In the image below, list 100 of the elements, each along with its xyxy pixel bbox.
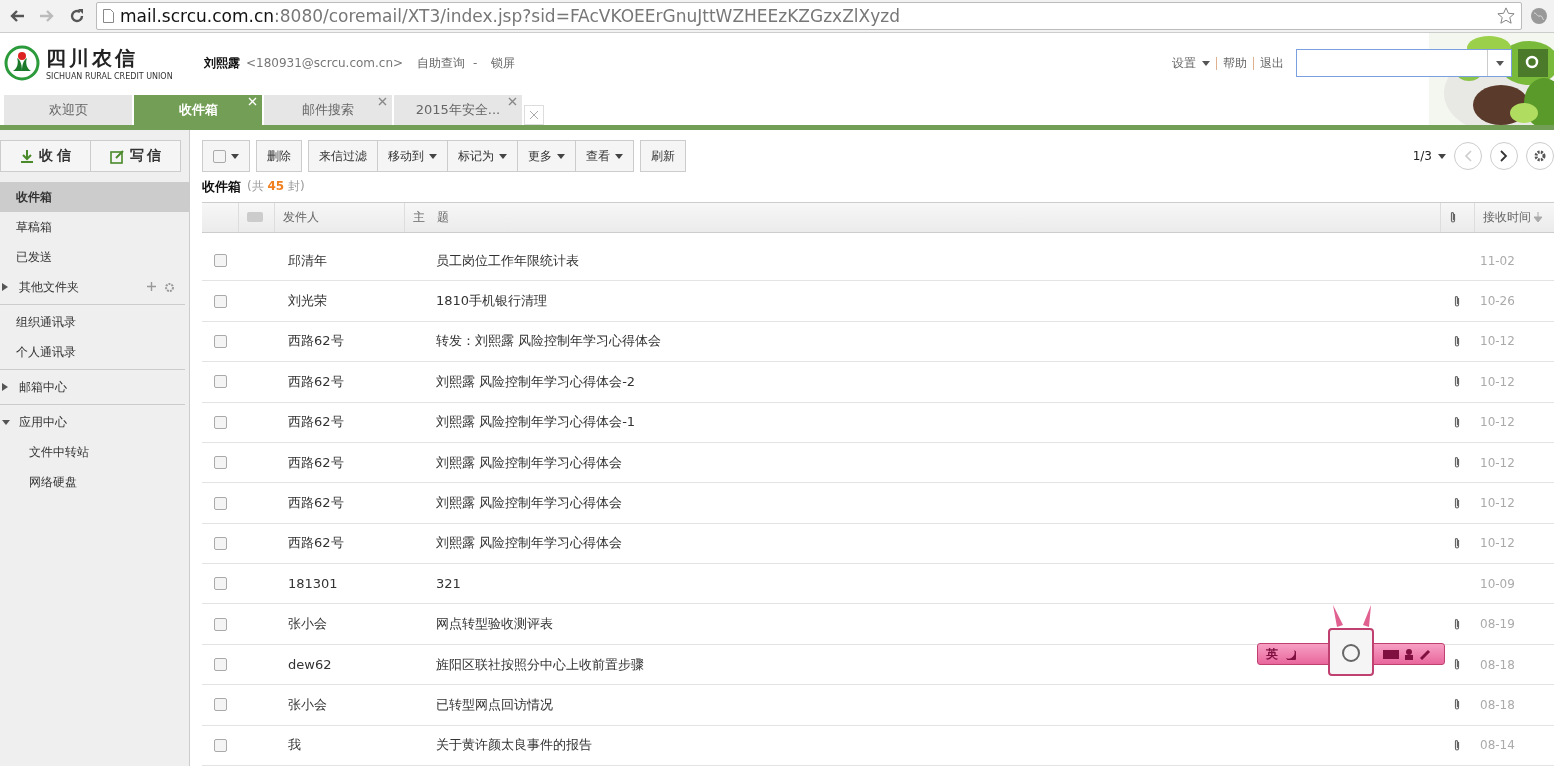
toolbar-button[interactable]: 来信过滤 — [309, 141, 377, 171]
header-link[interactable]: 退出 — [1260, 54, 1284, 72]
toolbar-button[interactable]: 删除 — [257, 141, 301, 171]
next-page-button[interactable] — [1490, 142, 1518, 170]
toolbar-button[interactable]: 更多 — [517, 141, 575, 171]
checkbox[interactable] — [213, 456, 227, 470]
user-name: 刘熙露 — [204, 54, 240, 72]
subject-cell[interactable]: 转发：刘熙露 风险控制年学习心得体会 — [404, 332, 662, 351]
subject-cell[interactable]: 刘熙露 风险控制年学习心得体会 — [404, 494, 623, 512]
toolbar-button[interactable]: 查看 — [575, 141, 633, 171]
sidebar-item[interactable]: 个人通讯录 — [0, 337, 185, 367]
settings-button[interactable] — [1526, 142, 1554, 170]
subject-cell[interactable]: 刘熙露 风险控制年学习心得体会-2 — [404, 372, 636, 391]
checkbox[interactable] — [213, 617, 227, 631]
header-link[interactable]: 设置 — [1172, 54, 1196, 72]
close-all-icon[interactable] — [524, 105, 544, 125]
previous-page-button[interactable] — [1454, 142, 1482, 170]
subject-cell[interactable]: 1810手机银行清理 — [404, 292, 548, 311]
subject-cell[interactable]: 刘熙露 风险控制年学习心得体会 — [404, 453, 623, 472]
sender-cell-text: 西路62号 — [287, 372, 344, 391]
globe-icon[interactable] — [1530, 7, 1548, 25]
close-icon[interactable] — [378, 97, 387, 106]
toolbar-button[interactable]: 标记为 — [447, 141, 517, 171]
toolbar-button[interactable]: 刷新 — [641, 141, 685, 171]
subject-cell[interactable]: 员工岗位工作年限统计表 — [404, 251, 579, 270]
page-selector[interactable]: 1/3 — [1412, 149, 1446, 163]
checkbox[interactable] — [213, 536, 227, 550]
header-link[interactable]: 锁屏 — [491, 54, 516, 72]
sidebar-item[interactable]: 组织通讯录 — [0, 307, 185, 337]
toolbar-button[interactable]: 移动到 — [377, 141, 447, 171]
sidebar-item[interactable]: 草稿箱 — [0, 212, 185, 242]
sidebar-item[interactable]: 其他文件夹 — [0, 272, 185, 302]
expand-icon[interactable] — [2, 283, 8, 291]
reload-icon — [69, 8, 85, 24]
sender-cell-text: 邱清年 — [287, 251, 327, 270]
subject-cell[interactable]: 刘熙露 风险控制年学习心得体会-1 — [404, 413, 636, 432]
caret-icon — [1202, 60, 1210, 66]
time-cell-text: 10-12 — [1479, 496, 1515, 510]
sender-cell-text: 张小会 — [287, 615, 327, 634]
subject-cell[interactable]: 关于黄许颜太良事件的报告 — [404, 736, 592, 755]
forward-arrow-icon — [39, 9, 55, 23]
compose-button[interactable]: 写 信 — [90, 141, 180, 171]
sidebar-item[interactable]: 邮箱中心 — [0, 372, 185, 402]
sender-cell-text: 西路62号 — [287, 453, 344, 472]
logo-icon — [4, 45, 40, 81]
paperclip-icon — [1453, 415, 1461, 429]
column-header[interactable]: 主 题 — [413, 208, 449, 226]
rabbit-emoji-drawing[interactable] — [1327, 603, 1375, 677]
tab[interactable]: 邮件搜索 — [264, 95, 392, 125]
sender-cell-text: 我 — [287, 736, 301, 755]
subject-cell[interactable]: 321 — [404, 576, 461, 592]
time-cell-text: 10-12 — [1479, 455, 1515, 470]
checkbox[interactable] — [213, 577, 227, 591]
header-link[interactable]: 帮助 — [1223, 54, 1247, 72]
header-link[interactable]: 自助查询 — [417, 54, 466, 72]
address-bar[interactable]: mail.scrcu.com.cn:8080/coremail/XT3/index.jsp?sid=FAcVKOEErGnuJttWZHEEzKZGzxZlXyzd — [96, 2, 1522, 30]
paperclip-icon — [1453, 738, 1461, 752]
column-header[interactable]: 发件人 — [283, 208, 319, 226]
paperclip-icon — [1453, 456, 1461, 470]
sidebar-item[interactable]: 已发送 — [0, 242, 185, 272]
checkbox[interactable] — [213, 415, 227, 429]
tab[interactable]: 欢迎页 — [4, 95, 132, 125]
time-cell-text: 10-12 — [1479, 415, 1515, 430]
time-cell-text: 10-12 — [1479, 374, 1515, 389]
sidebar-item[interactable]: 文件中转站 — [0, 437, 185, 467]
checkbox[interactable] — [213, 375, 227, 389]
settings-icon[interactable] — [164, 281, 175, 293]
checkbox[interactable] — [213, 254, 227, 268]
checkbox[interactable] — [213, 738, 227, 752]
edit-icon — [109, 148, 125, 164]
close-icon[interactable] — [508, 97, 517, 106]
search-field[interactable] — [1296, 49, 1512, 77]
checkbox[interactable] — [213, 496, 227, 510]
chevron-left-icon — [1464, 150, 1472, 162]
envelope-icon — [247, 212, 263, 223]
column-header[interactable]: 接收时间 — [1483, 208, 1531, 226]
separator-text: - — [473, 56, 478, 70]
select-all-dropdown[interactable] — [203, 141, 249, 171]
subject-cell[interactable]: 刘熙露 风险控制年学习心得体会 — [404, 534, 623, 553]
add-icon[interactable] — [147, 281, 156, 291]
sidebar-item[interactable]: 收件箱 — [0, 182, 189, 212]
subject-cell[interactable]: 网点转型验收测评表 — [404, 615, 553, 634]
paperclip-icon — [1453, 375, 1461, 389]
checkbox[interactable] — [213, 698, 227, 712]
checkbox[interactable] — [213, 658, 227, 672]
receive-button[interactable]: 收 信 — [1, 141, 90, 171]
page-icon — [103, 9, 114, 23]
sidebar-item[interactable]: 应用中心 — [0, 407, 185, 437]
checkbox[interactable] — [213, 294, 227, 308]
tab[interactable]: 2015年安全... — [394, 95, 522, 125]
expand-icon[interactable] — [2, 383, 8, 391]
search-button[interactable] — [1518, 49, 1548, 77]
sidebar-item[interactable]: 网络硬盘 — [0, 467, 185, 497]
sort-arrow-icon — [1534, 212, 1542, 223]
paperclip-icon — [1453, 698, 1461, 712]
checkbox[interactable] — [213, 334, 227, 348]
download-icon — [20, 149, 35, 163]
subject-cell[interactable]: 旌阳区联社按照分中心上收前置步骤 — [404, 655, 644, 674]
subject-cell[interactable]: 已转型网点回访情况 — [404, 695, 553, 714]
star-icon[interactable] — [1497, 7, 1515, 25]
